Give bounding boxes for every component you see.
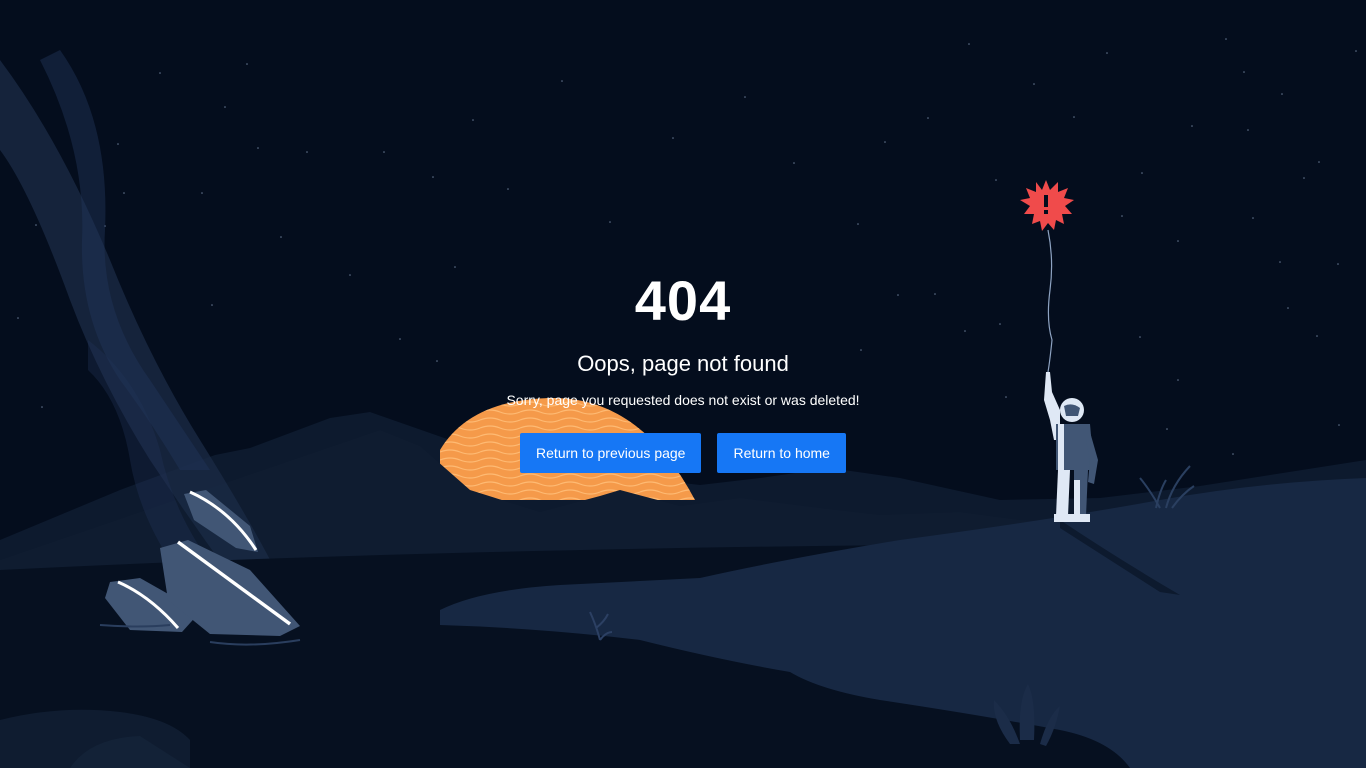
error-description: Sorry, page you requested does not exist…	[506, 392, 860, 408]
return-home-button[interactable]: Return to home	[717, 433, 846, 473]
error-actions: Return to previous page Return to home	[0, 433, 1366, 473]
exclamation-balloon-icon	[1020, 180, 1074, 231]
not-found-page: 404 Oops, page not found Sorry, page you…	[0, 0, 1366, 768]
error-message-panel: 404 Oops, page not found Sorry, page you…	[0, 270, 1366, 473]
error-title: Oops, page not found	[577, 351, 789, 376]
return-previous-button[interactable]: Return to previous page	[520, 433, 702, 473]
error-code: 404	[634, 269, 732, 332]
